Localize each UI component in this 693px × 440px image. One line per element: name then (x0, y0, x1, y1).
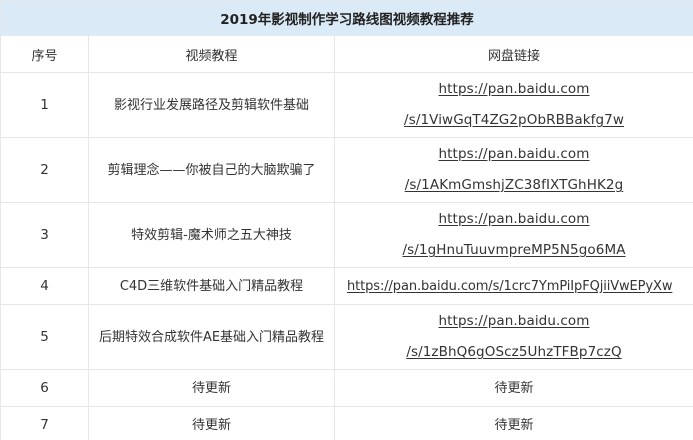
header-link: 网盘链接 (333, 35, 693, 73)
header-row: 序号 视频教程 网盘链接 (0, 35, 693, 73)
link-line-1: https://pan.baidu.com (438, 211, 590, 227)
row-link-cell: https://pan.baidu.com/s/1zBhQ6gOScz5UhzT… (333, 304, 693, 370)
table-row: 2 剪辑理念——你被自己的大脑欺骗了 https://pan.baidu.com… (0, 137, 693, 203)
title-row: 2019年影视制作学习路线图视频教程推荐 (0, 0, 693, 36)
table-row: 7 待更新 待更新 (0, 406, 693, 440)
pan-link[interactable]: https://pan.baidu.com/s/1AKmGmshjZC38fIX… (405, 146, 624, 193)
pan-link[interactable]: https://pan.baidu.com/s/1gHnuTuuvmpreMP5… (402, 211, 625, 258)
row-index: 4 (0, 267, 89, 305)
row-link-pending: 待更新 (333, 369, 693, 407)
course-table: 2019年影视制作学习路线图视频教程推荐 序号 视频教程 网盘链接 1 影视行业… (0, 0, 693, 440)
row-link-cell: https://pan.baidu.com/s/1gHnuTuuvmpreMP5… (333, 202, 693, 268)
link-line-1: https://pan.baidu.com (438, 146, 590, 162)
table-title: 2019年影视制作学习路线图视频教程推荐 (0, 0, 693, 36)
row-index: 7 (0, 406, 89, 440)
link-line-2: /s/1zBhQ6gOScz5UhzTFBp7czQ (406, 344, 622, 360)
link-line-2: /s/1AKmGmshjZC38fIXTGhHK2g (404, 177, 624, 193)
row-course-name: 待更新 (88, 369, 335, 407)
link-line-2: /s/1gHnuTuuvmpreMP5N5go6MA (402, 242, 626, 258)
row-link-cell: https://pan.baidu.com/s/1AKmGmshjZC38fIX… (333, 137, 693, 203)
row-index: 1 (0, 72, 89, 138)
row-index: 6 (0, 369, 89, 407)
table-row: 5 后期特效合成软件AE基础入门精品教程 https://pan.baidu.c… (0, 304, 693, 370)
link-line-2: /s/1ViwGqT4ZG2pObRBBakfg7w (404, 112, 624, 128)
row-course-name: 特效剪辑-魔术师之五大神技 (88, 202, 335, 268)
row-link-cell: https://pan.baidu.com/s/1ViwGqT4ZG2pObRB… (333, 72, 693, 138)
pan-link[interactable]: https://pan.baidu.com/s/1zBhQ6gOScz5UhzT… (406, 313, 621, 360)
row-link-cell: https://pan.baidu.com/s/1crc7YmPiIpFQjii… (333, 267, 693, 305)
row-course-name: 影视行业发展路径及剪辑软件基础 (88, 72, 335, 138)
table-row: 1 影视行业发展路径及剪辑软件基础 https://pan.baidu.com /… (0, 72, 693, 138)
header-index: 序号 (0, 35, 89, 73)
link-line-1: https://pan.baidu.com (438, 81, 590, 97)
pan-link[interactable]: https://pan.baidu.com/s/1crc7YmPiIpFQjii… (347, 279, 672, 294)
row-index: 2 (0, 137, 89, 203)
pan-link[interactable]: https://pan.baidu.com/s/1ViwGqT4ZG2pObRB… (404, 81, 624, 128)
row-index: 5 (0, 304, 89, 370)
row-course-name: 剪辑理念——你被自己的大脑欺骗了 (88, 137, 335, 203)
row-link-pending: 待更新 (333, 406, 693, 440)
row-index: 3 (0, 202, 89, 268)
link-line-1: https://pan.baidu.com (438, 313, 590, 329)
header-course: 视频教程 (88, 35, 335, 73)
page: 2019年影视制作学习路线图视频教程推荐 序号 视频教程 网盘链接 1 影视行业… (0, 0, 693, 440)
row-course-name: 后期特效合成软件AE基础入门精品教程 (88, 304, 335, 370)
row-course-name: C4D三维软件基础入门精品教程 (88, 267, 335, 305)
table-row: 4 C4D三维软件基础入门精品教程 https://pan.baidu.com/… (0, 267, 693, 305)
table-row: 3 特效剪辑-魔术师之五大神技 https://pan.baidu.com/s/… (0, 202, 693, 268)
table-row: 6 待更新 待更新 (0, 369, 693, 407)
row-course-name: 待更新 (88, 406, 335, 440)
